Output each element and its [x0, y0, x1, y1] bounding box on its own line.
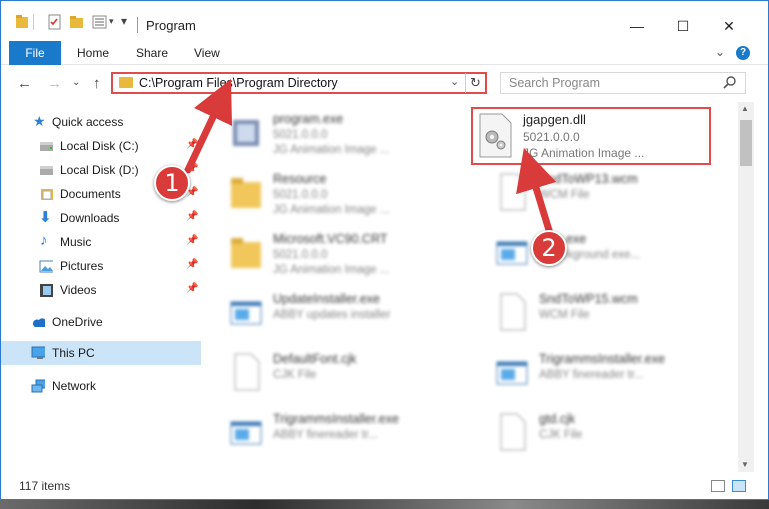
callout-1: 1 — [154, 165, 190, 201]
arrow-1 — [184, 79, 233, 174]
annotation-arrows — [184, 79, 557, 244]
callout-2: 2 — [531, 230, 567, 266]
